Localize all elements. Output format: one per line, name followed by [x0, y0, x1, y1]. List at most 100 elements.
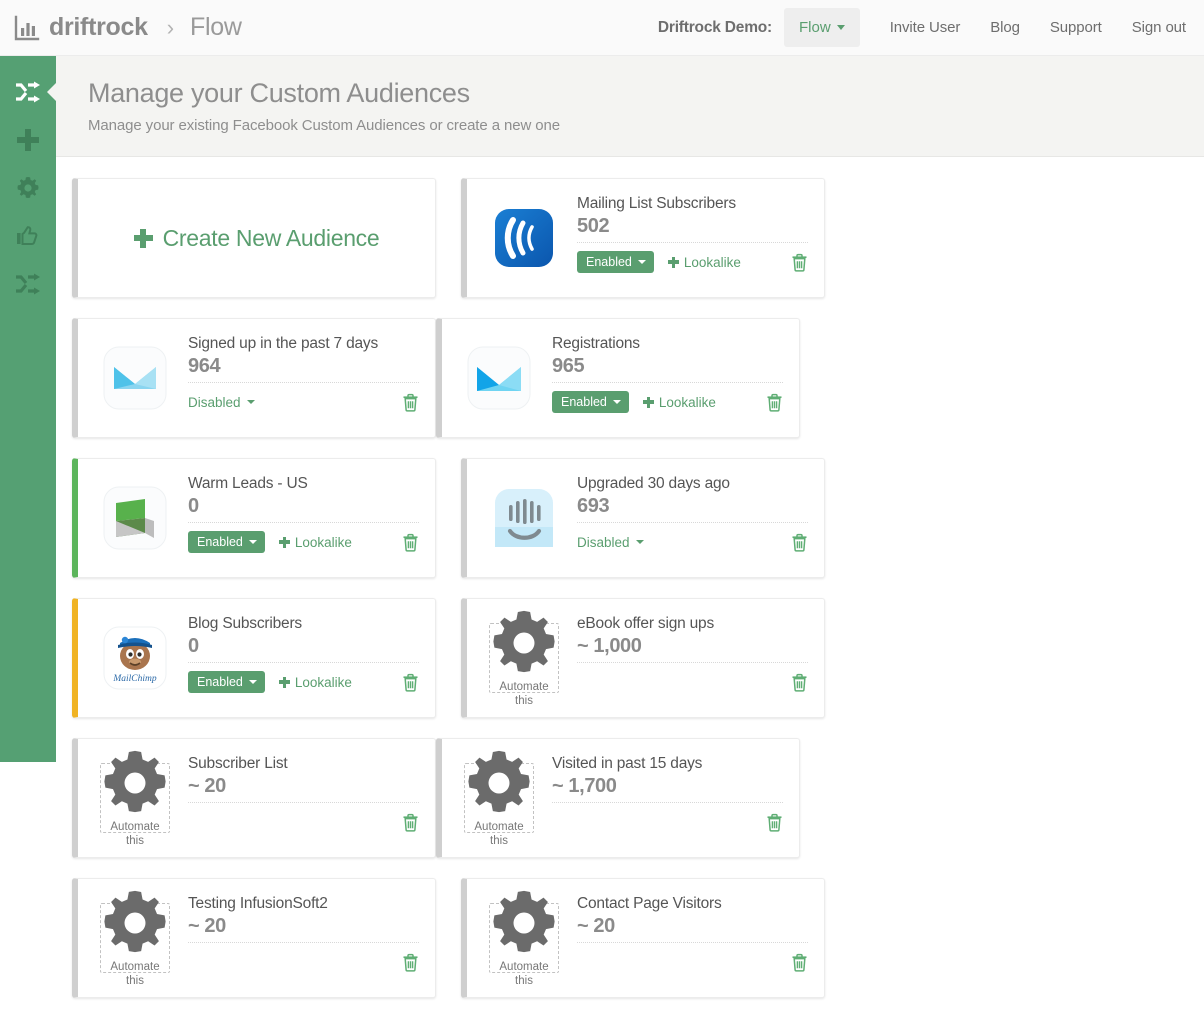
nav-link-blog[interactable]: Blog [990, 19, 1020, 36]
svg-text:MailChimp: MailChimp [112, 674, 157, 684]
audience-title: Blog Subscribers [188, 615, 419, 633]
delete-audience-button[interactable] [791, 253, 808, 272]
brand-breadcrumb[interactable]: driftrock › Flow [14, 13, 242, 42]
audience-card[interactable]: Automate this eBook offer sign ups~ 1,00… [461, 598, 825, 718]
status-label: Enabled [586, 255, 632, 269]
status-disabled-dropdown[interactable]: Disabled [577, 535, 644, 550]
trash-icon [791, 253, 808, 272]
create-new-audience-card[interactable]: Create New Audience [72, 178, 436, 298]
sidebar-item-flows[interactable] [0, 260, 56, 308]
audience-count: ~ 20 [577, 915, 808, 943]
delete-audience-button[interactable] [791, 953, 808, 972]
status-enabled-dropdown[interactable]: Enabled [188, 671, 265, 693]
delete-audience-button[interactable] [766, 393, 783, 412]
audience-card-actions: Enabled Lookalike [188, 670, 419, 694]
thumbs-up-icon [16, 224, 40, 248]
delete-audience-button[interactable] [402, 533, 419, 552]
trash-icon [791, 533, 808, 552]
create-lookalike-button[interactable]: Lookalike [668, 255, 741, 270]
sidebar-item-feedback[interactable] [0, 212, 56, 260]
audiences-content-area: Create New Audience Mailing List Subscri… [56, 157, 1204, 762]
audience-card[interactable]: MailChimp Blog Subscribers0Enabled Looka… [72, 598, 436, 718]
automate-label-line1: Automate [110, 820, 159, 834]
audience-title: Visited in past 15 days [552, 755, 783, 773]
audience-card[interactable]: Automate this Contact Page Visitors~ 20 [461, 878, 825, 998]
audience-card-body: Upgraded 30 days ago693Disabled [559, 459, 824, 577]
status-enabled-dropdown[interactable]: Enabled [188, 531, 265, 553]
automate-label-line2: this [515, 694, 533, 708]
status-enabled-dropdown[interactable]: Enabled [552, 391, 629, 413]
automate-this-button[interactable]: Automate this [489, 623, 559, 693]
audience-card-actions [577, 950, 808, 974]
delete-audience-button[interactable] [791, 673, 808, 692]
create-lookalike-button[interactable]: Lookalike [279, 675, 352, 690]
audience-card-body: Subscriber List~ 20 [170, 739, 435, 857]
audience-card-actions [577, 670, 808, 694]
automate-this-button[interactable]: Automate this [464, 763, 534, 833]
audience-source-icon: MailChimp [100, 623, 170, 693]
create-lookalike-button[interactable]: Lookalike [279, 535, 352, 550]
envelope-light-icon [100, 343, 170, 413]
audience-title: Signed up in the past 7 days [188, 335, 419, 353]
gear-icon [489, 888, 559, 958]
nav-link-sign-out[interactable]: Sign out [1132, 19, 1186, 36]
plus-icon [279, 677, 290, 688]
status-label: Enabled [197, 675, 243, 689]
plus-icon [134, 229, 153, 248]
audience-card[interactable]: Registrations965Enabled Lookalike [436, 318, 800, 438]
audience-title: Upgraded 30 days ago [577, 475, 808, 493]
automate-label-line1: Automate [474, 820, 523, 834]
audience-title: Mailing List Subscribers [577, 195, 808, 213]
delete-audience-button[interactable] [402, 673, 419, 692]
sidebar-item-audiences[interactable] [0, 68, 56, 116]
trash-icon [766, 393, 783, 412]
automate-label-line1: Automate [110, 960, 159, 974]
automate-label-line2: this [490, 834, 508, 848]
audience-card[interactable]: Automate this Testing InfusionSoft2~ 20 [72, 878, 436, 998]
audience-count: ~ 1,000 [577, 635, 808, 663]
active-indicator-arrow-icon [47, 83, 56, 101]
page-subtitle: Manage your existing Facebook Custom Aud… [88, 117, 1204, 134]
delete-audience-button[interactable] [402, 393, 419, 412]
audience-card[interactable]: Warm Leads - US0Enabled Lookalike [72, 458, 436, 578]
audience-count: ~ 1,700 [552, 775, 783, 803]
nav-link-support[interactable]: Support [1050, 19, 1102, 36]
delete-audience-button[interactable] [791, 533, 808, 552]
delete-audience-button[interactable] [766, 813, 783, 832]
automate-this-button[interactable]: Automate this [100, 903, 170, 973]
audience-source-icon [489, 203, 559, 273]
lookalike-label: Lookalike [295, 675, 352, 690]
audience-card[interactable]: Mailing List Subscribers 502 Enabled Looka… [461, 178, 825, 298]
sidebar-item-create[interactable] [0, 116, 56, 164]
automate-this-button[interactable]: Automate this [489, 903, 559, 973]
audience-card[interactable]: Upgraded 30 days ago693Disabled [461, 458, 825, 578]
trash-icon [402, 533, 419, 552]
sidebar-item-settings[interactable] [0, 164, 56, 212]
audience-card[interactable]: Automate this Visited in past 15 days ~ 1… [436, 738, 800, 858]
audience-card-actions [552, 810, 783, 834]
chevron-down-icon [638, 260, 646, 264]
status-disabled-dropdown[interactable]: Disabled [188, 395, 255, 410]
audience-card-actions: Enabled Lookalike [188, 530, 419, 554]
nav-link-invite-user[interactable]: Invite User [890, 19, 961, 36]
chevron-down-icon [613, 400, 621, 404]
automate-this-button[interactable]: Automate this [100, 763, 170, 833]
gear-icon [16, 176, 40, 200]
automate-label-line1: Automate [499, 960, 548, 974]
delete-audience-button[interactable] [402, 813, 419, 832]
automate-label-line2: this [515, 974, 533, 988]
left-sidebar [0, 56, 56, 762]
delete-audience-button[interactable] [402, 953, 419, 972]
status-label: Disabled [188, 395, 241, 410]
audience-card-actions [188, 950, 419, 974]
status-label: Enabled [197, 535, 243, 549]
status-enabled-dropdown[interactable]: Enabled [577, 251, 654, 273]
create-lookalike-button[interactable]: Lookalike [643, 395, 716, 410]
audience-card[interactable]: Automate this Subscriber List~ 20 [72, 738, 436, 858]
audience-card-body: Signed up in the past 7 days964Disabled [170, 319, 435, 437]
audience-card[interactable]: Signed up in the past 7 days964Disabled [72, 318, 436, 438]
audience-count: 502 [577, 215, 808, 243]
account-flow-dropdown[interactable]: Flow [784, 8, 860, 47]
audience-title: Subscriber List [188, 755, 419, 773]
chevron-down-icon [837, 25, 845, 30]
